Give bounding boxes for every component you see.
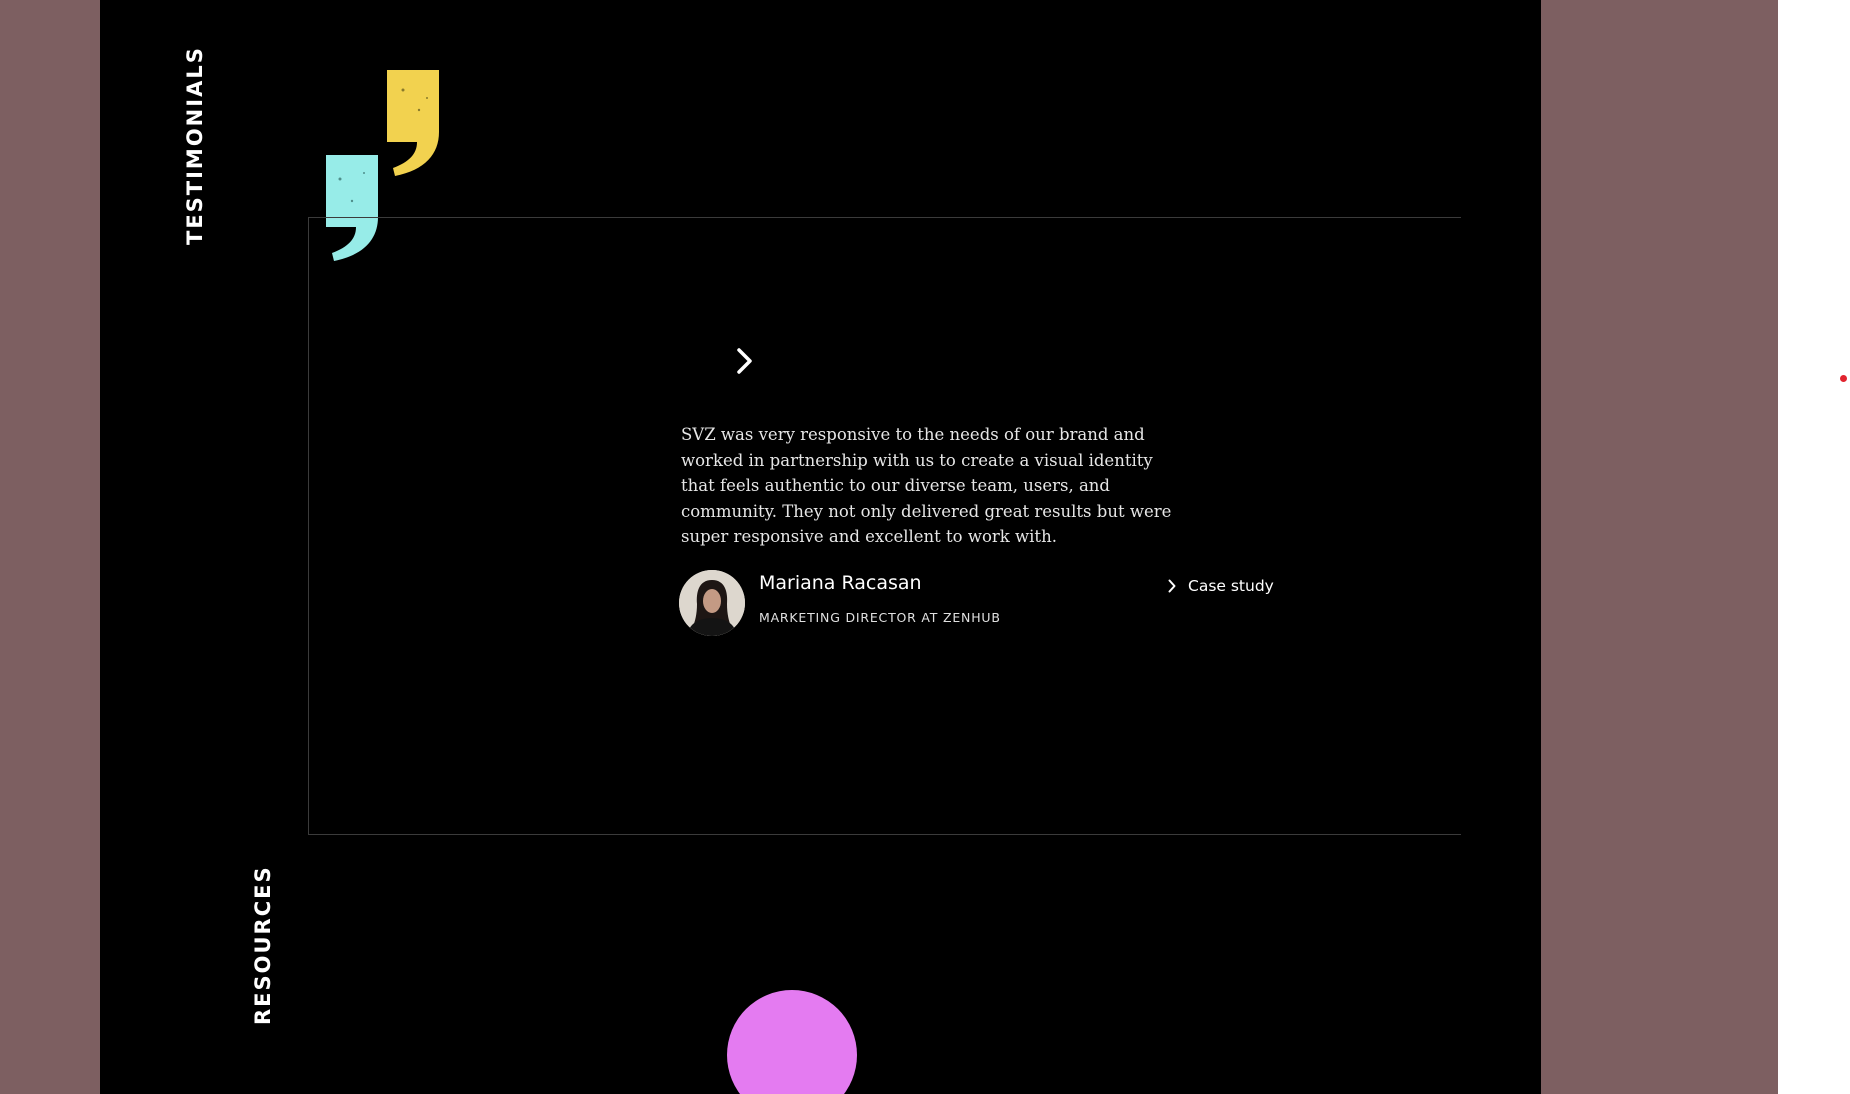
chevron-right-icon <box>737 348 752 374</box>
quote-yellow-icon <box>387 70 439 176</box>
testimonial-quote: SVZ was very responsive to the needs of … <box>681 425 1172 547</box>
resources-section-label: RESOURCES <box>251 865 275 1025</box>
author-avatar <box>679 570 745 636</box>
main-content: TESTIMONIALS SVZ was very responsive to … <box>100 0 1541 1094</box>
author-role: MARKETING DIRECTOR AT ZENHUB <box>759 610 1001 625</box>
left-margin-panel <box>0 0 100 1094</box>
red-indicator-dot <box>1840 375 1847 382</box>
case-study-link[interactable]: Case study <box>1168 577 1274 595</box>
decorative-pink-circle <box>727 990 857 1094</box>
next-testimonial-button[interactable] <box>733 346 757 376</box>
case-study-label: Case study <box>1188 577 1274 595</box>
chevron-right-icon <box>1168 579 1176 593</box>
author-name: Mariana Racasan <box>759 572 922 594</box>
right-margin-panel <box>1541 0 1778 1094</box>
